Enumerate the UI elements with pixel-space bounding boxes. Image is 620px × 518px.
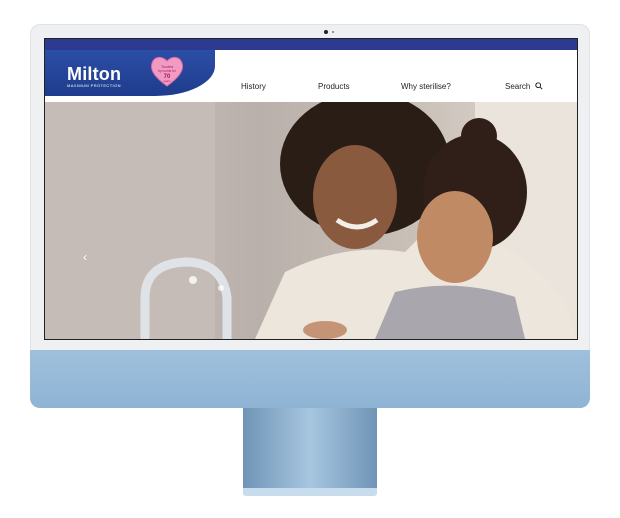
chevron-left-icon[interactable]: ‹ <box>83 250 87 264</box>
camera-icon <box>324 30 328 34</box>
logo-banner[interactable]: Milton MAXIMUM PROTECTION <box>45 50 215 96</box>
nav-products[interactable]: Products <box>318 82 350 91</box>
imac-chin <box>30 350 590 408</box>
svg-text:by mums for: by mums for <box>158 69 176 73</box>
search-icon <box>534 82 543 90</box>
search-link[interactable]: Search <box>505 82 543 91</box>
nav-why-sterilise[interactable]: Why sterilise? <box>401 82 451 91</box>
imac-stand-foot <box>243 488 377 496</box>
camera-sensor <box>332 31 334 33</box>
hero-image: ‹ <box>45 102 577 339</box>
browser-screen: Milton MAXIMUM PROTECTION Trusted by mum… <box>44 38 578 340</box>
heart-badge-icon: Trusted by mums for 70 years <box>150 56 184 87</box>
hero-photo <box>45 102 577 339</box>
nav-history[interactable]: History <box>241 82 266 91</box>
svg-text:years: years <box>163 79 171 83</box>
brand-logo[interactable]: Milton <box>67 64 121 85</box>
top-color-bar <box>45 39 577 50</box>
search-label: Search <box>505 82 531 91</box>
imac-stand <box>243 408 377 490</box>
brand-tagline: MAXIMUM PROTECTION <box>67 83 121 88</box>
site-header: Milton MAXIMUM PROTECTION Trusted by mum… <box>45 50 577 102</box>
